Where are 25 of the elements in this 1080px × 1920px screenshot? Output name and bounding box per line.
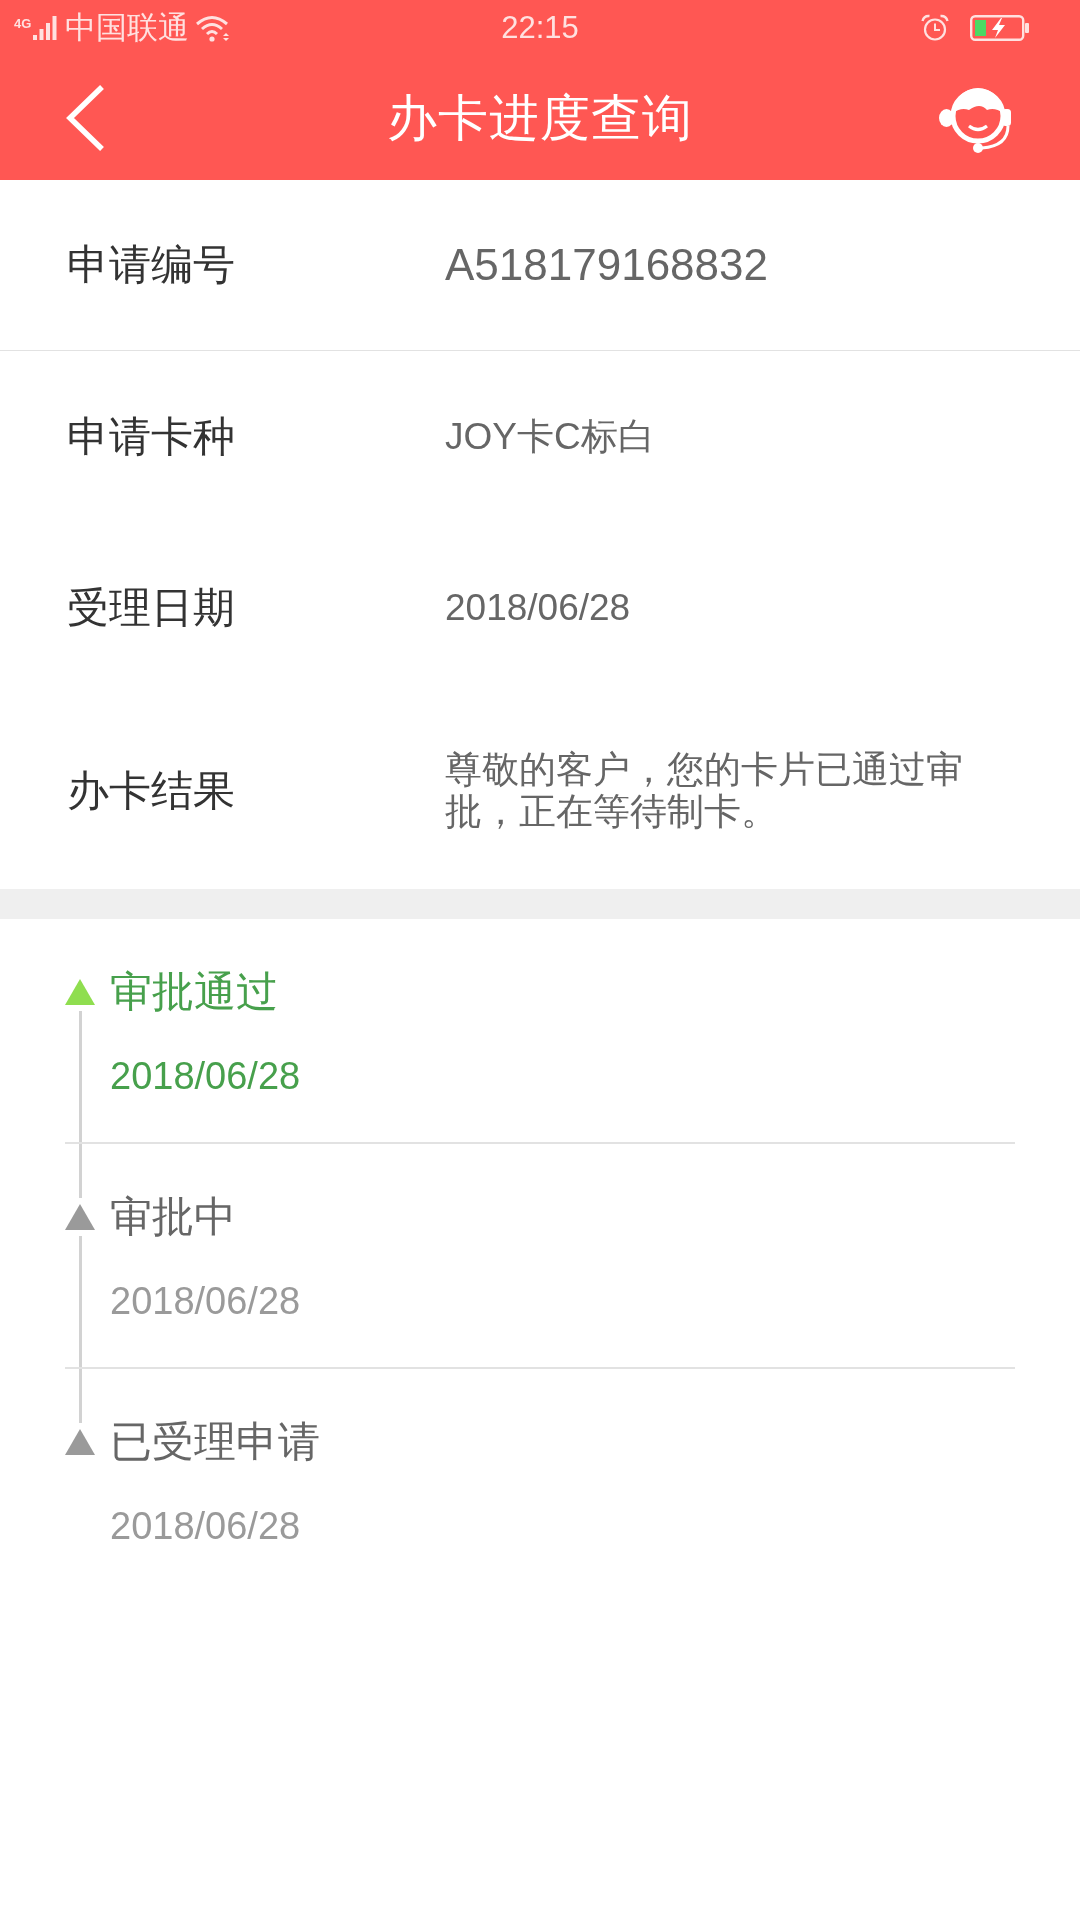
carrier-name: 中国联通	[65, 9, 190, 46]
back-button[interactable]	[64, 83, 106, 152]
step-title: 审批中	[110, 1194, 237, 1240]
back-icon	[64, 83, 106, 152]
step-date: 2018/06/28	[110, 1506, 302, 1546]
field-label: 办卡结果	[67, 766, 236, 816]
alarm-clock-icon	[921, 13, 949, 42]
step-title: 审批通过	[110, 969, 279, 1015]
timeline-connector	[78, 1369, 82, 1423]
signal-icon	[33, 15, 58, 40]
step-title: 已受理申请	[110, 1419, 320, 1465]
status-time: 22:15	[501, 9, 579, 46]
timeline-connector	[78, 1144, 82, 1198]
field-value: 2018/06/28	[445, 586, 631, 629]
step-date: 2018/06/28	[110, 1056, 301, 1096]
step-date: 2018/06/28	[110, 1281, 301, 1321]
battery-charging-icon	[970, 13, 1030, 42]
field-label: 申请编号	[67, 240, 236, 290]
field-label: 申请卡种	[67, 411, 236, 462]
field-label: 受理日期	[67, 582, 236, 633]
field-value: A518179168832	[445, 240, 768, 290]
field-value: JOY卡C标白	[445, 415, 655, 458]
field-value: 尊敬的客户，您的卡片已通过审批，正在等待制卡。	[445, 749, 964, 833]
network-type: 4G	[14, 16, 32, 30]
page-title: 办卡进度查询	[387, 88, 693, 148]
